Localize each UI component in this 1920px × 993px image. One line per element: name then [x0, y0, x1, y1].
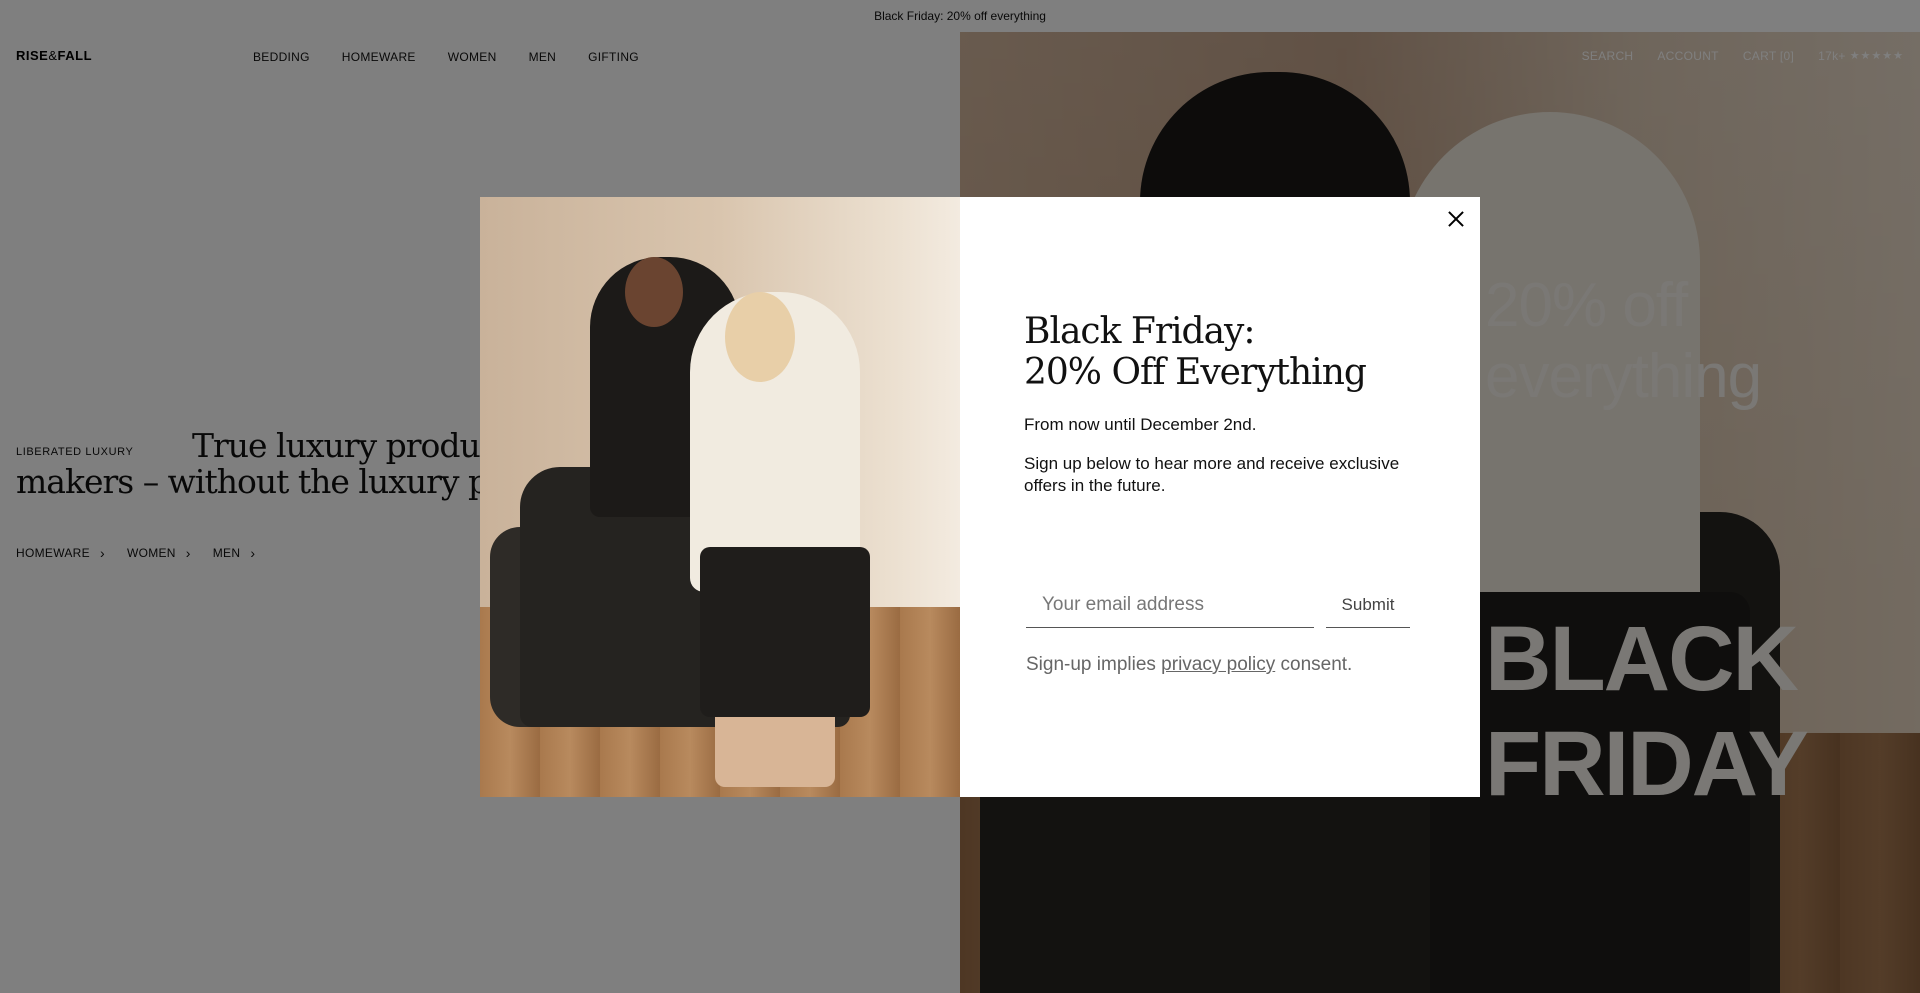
newsletter-modal: Black Friday: 20% Off Everything From no… — [480, 197, 1480, 797]
signup-form: Submit — [1026, 582, 1411, 628]
modal-image — [480, 197, 960, 797]
submit-button[interactable]: Submit — [1326, 582, 1410, 628]
email-field[interactable] — [1026, 582, 1314, 628]
privacy-policy-link[interactable]: privacy policy — [1161, 654, 1275, 675]
modal-body: Sign up below to hear more and receive e… — [1024, 454, 1400, 495]
close-icon[interactable] — [1444, 207, 1468, 231]
modal-title: Black Friday: 20% Off Everything — [1024, 311, 1367, 393]
consent-text: Sign-up implies privacy policy consent. — [1026, 654, 1353, 675]
modal-subtitle: From now until December 2nd. — [1024, 415, 1257, 434]
modal-content: Black Friday: 20% Off Everything From no… — [960, 197, 1480, 797]
